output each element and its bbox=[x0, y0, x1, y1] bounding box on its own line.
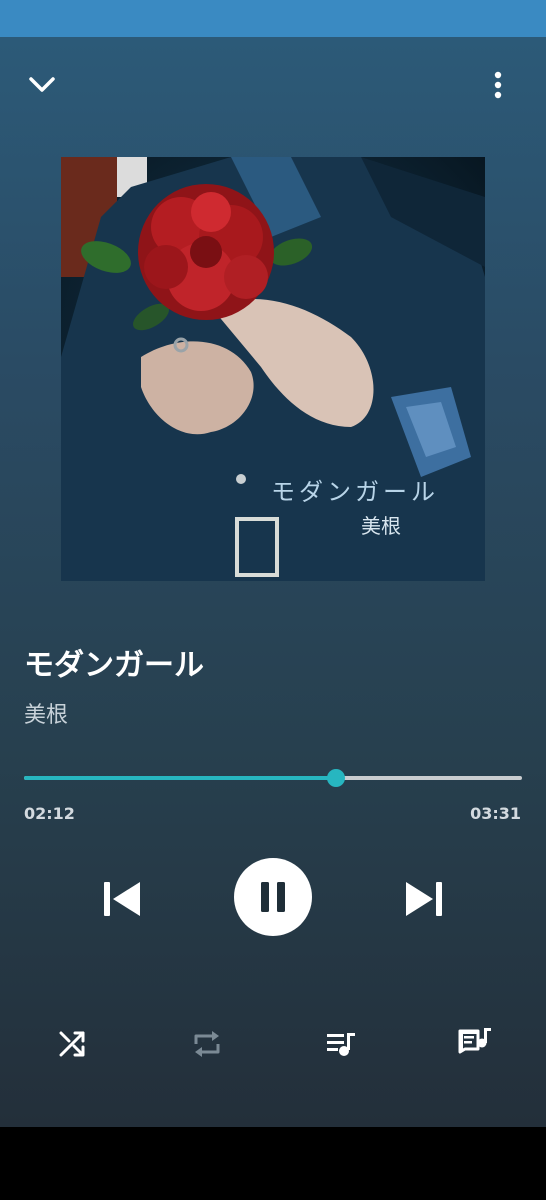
system-navigation-bar bbox=[0, 1127, 546, 1200]
repeat-icon bbox=[194, 1031, 220, 1057]
total-time: 03:31 bbox=[470, 804, 521, 823]
shuffle-icon bbox=[59, 1031, 85, 1057]
shuffle-button[interactable] bbox=[52, 1023, 94, 1065]
play-pause-button[interactable] bbox=[234, 858, 312, 936]
album-art: モダンガール 美根 bbox=[61, 157, 485, 581]
now-playing-screen: モダンガール 美根 モダンガール 美根 02:12 03:31 bbox=[0, 37, 546, 1127]
elapsed-time: 02:12 bbox=[24, 804, 75, 823]
more-vert-icon bbox=[494, 71, 502, 99]
album-art-title-text: モダンガール bbox=[271, 478, 439, 506]
collapse-button[interactable] bbox=[22, 65, 62, 105]
queue-music-icon bbox=[327, 1033, 355, 1056]
lyrics-button[interactable] bbox=[453, 1021, 497, 1065]
status-bar bbox=[0, 0, 546, 37]
track-title: モダンガール bbox=[24, 648, 204, 683]
queue-button[interactable] bbox=[320, 1023, 362, 1065]
skip-previous-icon bbox=[104, 882, 140, 916]
chevron-down-icon bbox=[29, 77, 55, 92]
skip-next-icon bbox=[406, 882, 442, 916]
next-button[interactable] bbox=[398, 873, 450, 925]
lyrics-icon bbox=[458, 1028, 491, 1054]
more-options-button[interactable] bbox=[478, 65, 518, 105]
album-art-artist-text: 美根 bbox=[361, 514, 401, 538]
repeat-button[interactable] bbox=[186, 1023, 228, 1065]
track-artist: 美根 bbox=[24, 703, 69, 728]
pause-icon bbox=[261, 882, 285, 912]
seek-bar[interactable] bbox=[24, 767, 522, 789]
seek-thumb[interactable] bbox=[326, 769, 345, 787]
seek-progress bbox=[24, 776, 336, 780]
previous-button[interactable] bbox=[96, 873, 148, 925]
